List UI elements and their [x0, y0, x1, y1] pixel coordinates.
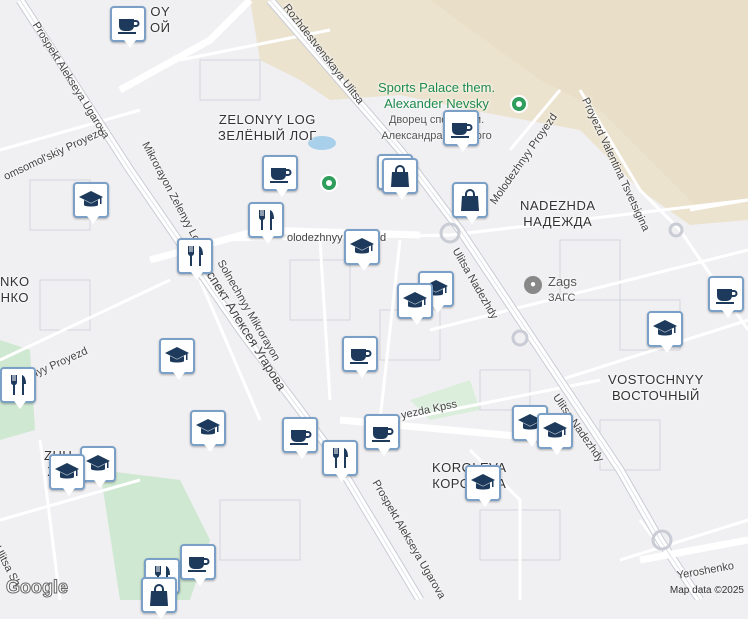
cafe-icon [270, 168, 292, 183]
cafe-icon[interactable] [262, 155, 298, 197]
district-label-nadezhda: NADEZHDA НАДЕЖДА [520, 198, 596, 230]
school-icon[interactable] [159, 338, 195, 380]
district-latin: NKO [0, 274, 30, 289]
school-icon[interactable] [537, 413, 573, 455]
cafe-icon [350, 349, 372, 364]
school-icon [55, 463, 79, 479]
district-label-vostochnyy: VOSTOCHNYY ВОСТОЧНЫЙ [608, 372, 704, 404]
school-icon[interactable] [49, 454, 85, 496]
school-icon[interactable] [397, 283, 433, 325]
district-cyrillic: НКО [0, 290, 30, 305]
cafe-icon [372, 427, 394, 442]
shopping-bag-icon [391, 165, 409, 187]
restaurant-icon[interactable] [0, 367, 36, 409]
cafe-icon [118, 19, 140, 34]
shopping-bag-icon[interactable] [141, 577, 177, 619]
school-icon [350, 238, 374, 254]
cafe-icon[interactable] [110, 6, 146, 48]
district-cyrillic: ЗЕЛЁНЫЙ ЛОГ [218, 128, 317, 143]
district-label-zelonyy-log: ZELONYY LOG ЗЕЛЁНЫЙ ЛОГ [218, 112, 317, 144]
school-icon [196, 419, 220, 435]
district-label-left-partial: NKO НКО [0, 274, 30, 306]
cafe-icon[interactable] [708, 276, 744, 318]
school-icon [165, 347, 189, 363]
poi-line: Zags [548, 274, 577, 289]
map-canvas[interactable] [0, 0, 748, 600]
restaurant-icon[interactable] [177, 238, 213, 280]
cafe-icon [716, 289, 738, 304]
restaurant-icon [187, 246, 203, 266]
restaurant-icon[interactable] [248, 202, 284, 244]
school-icon[interactable] [80, 446, 116, 488]
school-icon[interactable] [647, 311, 683, 353]
school-icon [86, 455, 110, 471]
restaurant-icon [258, 210, 274, 230]
school-icon[interactable] [344, 229, 380, 271]
district-cyrillic: ВОСТОЧНЫЙ [611, 388, 700, 403]
school-icon [653, 320, 677, 336]
district-cyrillic: НАДЕЖДА [523, 214, 593, 229]
school-icon [471, 474, 495, 490]
school-icon[interactable] [190, 410, 226, 452]
poi-label-zags[interactable]: Zags ЗАГС [548, 274, 577, 306]
poi-line: Sports Palace them. [378, 80, 496, 95]
shopping-bag-icon[interactable] [452, 182, 488, 224]
park-marker-icon[interactable] [320, 174, 338, 192]
cafe-icon[interactable] [342, 336, 378, 378]
google-logo: Google [6, 577, 69, 598]
poi-line: Alexander Nevsky [384, 96, 489, 111]
school-icon[interactable] [73, 182, 109, 224]
school-icon [543, 422, 567, 438]
cafe-icon [188, 557, 210, 572]
restaurant-icon [332, 448, 348, 468]
school-icon[interactable] [465, 465, 501, 507]
district-latin: OY [150, 4, 171, 19]
shopping-bag-icon [150, 584, 168, 606]
poi-line: ЗАГС [548, 292, 576, 304]
cafe-icon[interactable] [364, 414, 400, 456]
shopping-bag-icon [461, 189, 479, 211]
restaurant-icon [10, 375, 26, 395]
school-icon [79, 191, 103, 207]
cafe-icon [451, 123, 473, 138]
district-latin: NADEZHDA [520, 198, 596, 213]
stadium-marker-icon[interactable] [510, 95, 528, 113]
zags-marker-icon[interactable]: ● [524, 276, 542, 294]
district-latin: VOSTOCHNYY [608, 372, 704, 387]
cafe-icon[interactable] [180, 544, 216, 586]
cafe-icon[interactable] [282, 417, 318, 459]
district-cyrillic: ОЙ [150, 20, 171, 35]
district-label-top-partial: OY ОЙ [150, 4, 170, 36]
shopping-bag-icon[interactable] [382, 158, 418, 200]
restaurant-icon[interactable] [322, 440, 358, 482]
district-latin: ZELONYY LOG [218, 112, 316, 127]
map-attribution: Map data ©2025 [669, 585, 744, 596]
cafe-icon [290, 430, 312, 445]
cafe-icon[interactable] [443, 110, 479, 152]
school-icon [403, 292, 427, 308]
